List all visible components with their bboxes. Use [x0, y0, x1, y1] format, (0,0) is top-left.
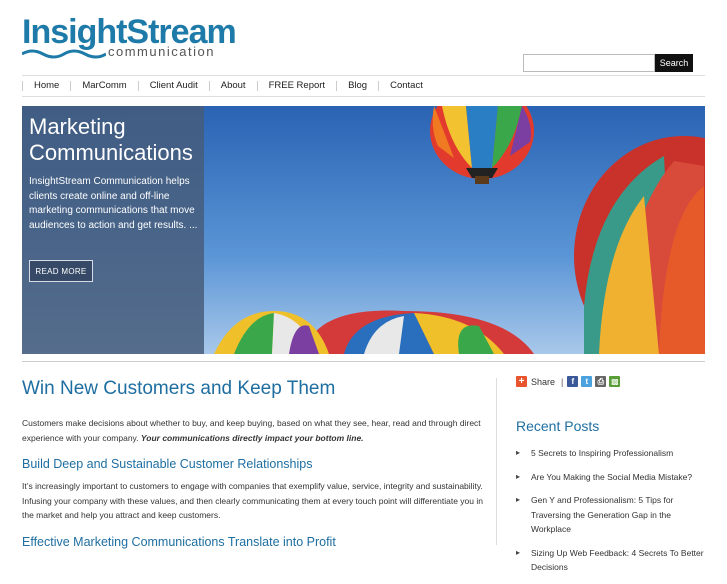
share-plus-icon[interactable]: +	[516, 376, 527, 387]
site-logo[interactable]: InsightStream communication	[22, 12, 237, 62]
nav-list: Home MarComm Client Audit About FREE Rep…	[22, 76, 705, 96]
recent-post-item[interactable]: Are You Making the Social Media Mistake?	[516, 470, 706, 485]
print-icon[interactable]: ⎙	[595, 376, 607, 387]
recent-posts-list: 5 Secrets to Inspiring Professionalism A…	[516, 446, 706, 584]
section-heading-profit: Effective Marketing Communications Trans…	[22, 535, 336, 549]
page-title: Win New Customers and Keep Them	[22, 378, 336, 399]
share-label[interactable]: Share	[531, 377, 555, 387]
content-divider	[22, 361, 705, 362]
hero-text: InsightStream Communication helps client…	[29, 176, 198, 231]
nav-item-marcomm[interactable]: MarComm	[70, 81, 137, 91]
search-input[interactable]	[523, 54, 655, 72]
nav-item-free-report[interactable]: FREE Report	[256, 81, 337, 91]
read-more-button[interactable]: READ MORE	[29, 260, 93, 282]
share-bar: + Share | f t ⎙ ▩	[516, 376, 623, 387]
recent-post-item[interactable]: Gen Y and Professionalism: 5 Tips for Tr…	[516, 493, 706, 537]
sidebar-divider	[496, 378, 497, 545]
search-button[interactable]: Search	[655, 54, 693, 72]
twitter-icon[interactable]: t	[581, 376, 593, 387]
facebook-icon[interactable]: f	[567, 376, 579, 387]
wave-icon	[22, 49, 106, 59]
nav-item-home[interactable]: Home	[22, 81, 70, 91]
logo-sub-text: communication	[108, 44, 215, 59]
nav-item-about[interactable]: About	[208, 81, 257, 91]
delicious-icon[interactable]: ▩	[609, 376, 621, 387]
recent-post-item[interactable]: Sizing Up Web Feedback: 4 Secrets To Bet…	[516, 546, 706, 575]
hero-banner: Marketing Communications InsightStream C…	[22, 106, 705, 354]
nav-item-contact[interactable]: Contact	[378, 81, 434, 91]
nav-item-client-audit[interactable]: Client Audit	[137, 81, 209, 91]
recent-post-item[interactable]: 5 Secrets to Inspiring Professionalism	[516, 446, 706, 461]
hot-air-balloons-image	[204, 106, 705, 354]
intro-emphasis: Your communications directly impact your…	[140, 432, 364, 443]
share-separator: |	[561, 376, 564, 387]
main-nav: Home MarComm Client Audit About FREE Rep…	[22, 75, 705, 97]
section-heading-relationships: Build Deep and Sustainable Customer Rela…	[22, 457, 313, 471]
hero-title: Marketing Communications	[29, 114, 193, 165]
recent-posts-title: Recent Posts	[516, 418, 600, 434]
nav-item-blog[interactable]: Blog	[336, 81, 378, 91]
hero-caption-panel: Marketing Communications InsightStream C…	[22, 106, 204, 354]
intro-paragraph: Customers make decisions about whether t…	[22, 416, 488, 445]
relationships-paragraph: It’s increasingly important to customers…	[22, 481, 483, 520]
